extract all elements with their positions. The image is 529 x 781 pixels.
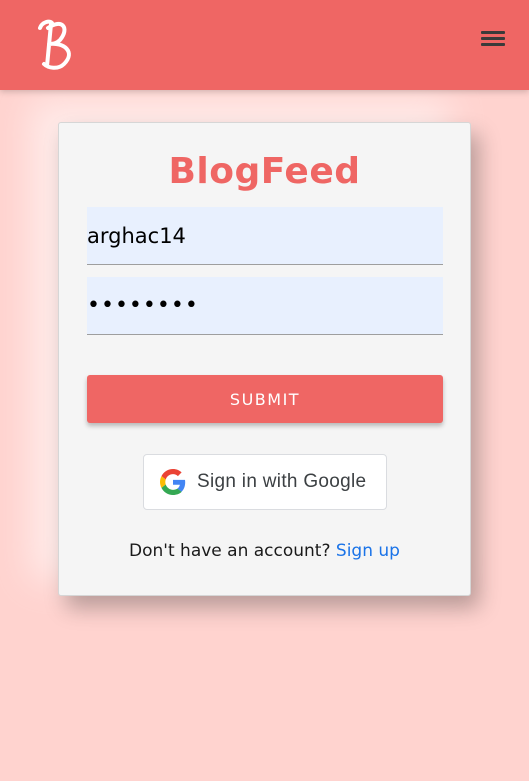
submit-button[interactable]: SUBMIT (87, 375, 443, 423)
username-input[interactable] (87, 207, 443, 265)
signup-link[interactable]: Sign up (336, 541, 400, 561)
google-signin-label: Sign in with Google (197, 471, 367, 492)
page-title: BlogFeed (168, 151, 361, 192)
no-account-text: Don't have an account? (129, 541, 331, 561)
google-signin-button[interactable]: Sign in with Google (143, 454, 387, 510)
hamburger-icon-line (481, 31, 505, 34)
top-navbar (0, 0, 529, 90)
blogfeed-logo[interactable] (30, 14, 80, 74)
password-input[interactable] (87, 277, 443, 335)
signup-prompt: Don't have an account? Sign up (59, 541, 470, 561)
logo-b-icon (38, 19, 71, 70)
google-logo-icon (160, 469, 186, 495)
hamburger-menu-button[interactable] (479, 26, 507, 52)
hamburger-icon-line (481, 43, 505, 46)
login-card: BlogFeed SUBMIT Sign in with Google Don'… (58, 122, 471, 596)
hamburger-icon-line (481, 37, 505, 40)
